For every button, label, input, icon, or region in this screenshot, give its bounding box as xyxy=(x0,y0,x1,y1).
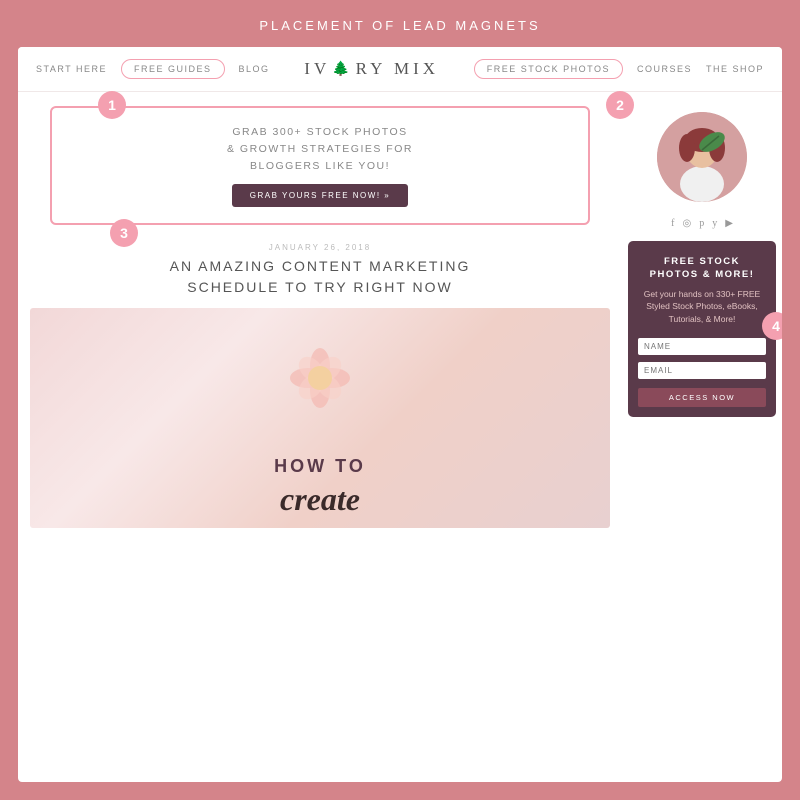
outer-frame: PLACEMENT OF LEAD MAGNETS START HERE FRE… xyxy=(0,0,800,800)
main-content: GRAB 300+ STOCK PHOTOS & GROWTH STRATEGI… xyxy=(18,92,782,782)
right-sidebar: f ◎ p y ▶ 4 FREE STOCK PHOTOS & MORE! Ge… xyxy=(622,92,782,782)
hero-banner: GRAB 300+ STOCK PHOTOS & GROWTH STRATEGI… xyxy=(50,106,590,225)
widget-title: FREE STOCK PHOTOS & MORE! xyxy=(638,255,766,282)
widget-name-input[interactable] xyxy=(638,338,766,355)
nav-item-courses[interactable]: COURSES xyxy=(637,64,692,74)
nav-item-start-here[interactable]: START HERE xyxy=(36,64,107,74)
browser-frame: START HERE FREE GUIDES BLOG IV🌲RY MIX FR… xyxy=(18,47,782,782)
pinterest-icon[interactable]: p xyxy=(699,218,704,229)
widget-description: Get your hands on 330+ FREE Styled Stock… xyxy=(638,288,766,326)
logo-text-iv: IV xyxy=(304,59,330,79)
nav-pill-free-stock-photos[interactable]: FREE STOCK PHOTOS xyxy=(474,59,623,79)
article-title: AN AMAZING CONTENT MARKETING SCHEDULE TO… xyxy=(30,256,610,298)
nav-right: FREE STOCK PHOTOS COURSES THE SHOP xyxy=(474,59,764,79)
hero-banner-title: GRAB 300+ STOCK PHOTOS & GROWTH STRATEGI… xyxy=(72,124,568,174)
create-text: create xyxy=(280,481,360,518)
sidebar-widget: FREE STOCK PHOTOS & MORE! Get your hands… xyxy=(628,241,776,417)
site-logo[interactable]: IV🌲RY MIX xyxy=(304,59,439,79)
nav-left: START HERE FREE GUIDES BLOG xyxy=(36,59,270,79)
article-image: HOW TO create xyxy=(30,308,610,528)
flower-icon xyxy=(280,338,360,418)
how-to-text: HOW TO xyxy=(274,456,366,477)
hero-cta-button[interactable]: GRAB YOURS FREE NOW! » xyxy=(232,184,408,207)
youtube-icon[interactable]: ▶ xyxy=(725,218,733,229)
avatar-image xyxy=(657,112,747,202)
nav-pill-free-guides[interactable]: FREE GUIDES xyxy=(121,59,225,79)
instagram-icon[interactable]: ◎ xyxy=(682,218,691,229)
social-icons: f ◎ p y ▶ xyxy=(671,218,733,229)
badge-4: 4 xyxy=(762,312,782,340)
nav-item-the-shop[interactable]: THE SHOP xyxy=(706,64,764,74)
page-title: PLACEMENT OF LEAD MAGNETS xyxy=(259,18,540,33)
widget-access-button[interactable]: ACCESS NOW xyxy=(638,388,766,407)
nav-bar: START HERE FREE GUIDES BLOG IV🌲RY MIX FR… xyxy=(18,47,782,92)
facebook-icon[interactable]: f xyxy=(671,218,674,229)
badge-1: 1 xyxy=(98,91,126,119)
logo-tree-icon: 🌲 xyxy=(332,61,353,78)
twitter-icon[interactable]: y xyxy=(712,218,717,229)
widget-email-input[interactable] xyxy=(638,362,766,379)
nav-item-blog[interactable]: BLOG xyxy=(239,64,270,74)
logo-text-ry-mix: RY MIX xyxy=(356,59,439,79)
center-col: GRAB 300+ STOCK PHOTOS & GROWTH STRATEGI… xyxy=(18,92,622,782)
nav-wrapper: START HERE FREE GUIDES BLOG IV🌲RY MIX FR… xyxy=(18,47,782,92)
avatar xyxy=(657,112,747,202)
